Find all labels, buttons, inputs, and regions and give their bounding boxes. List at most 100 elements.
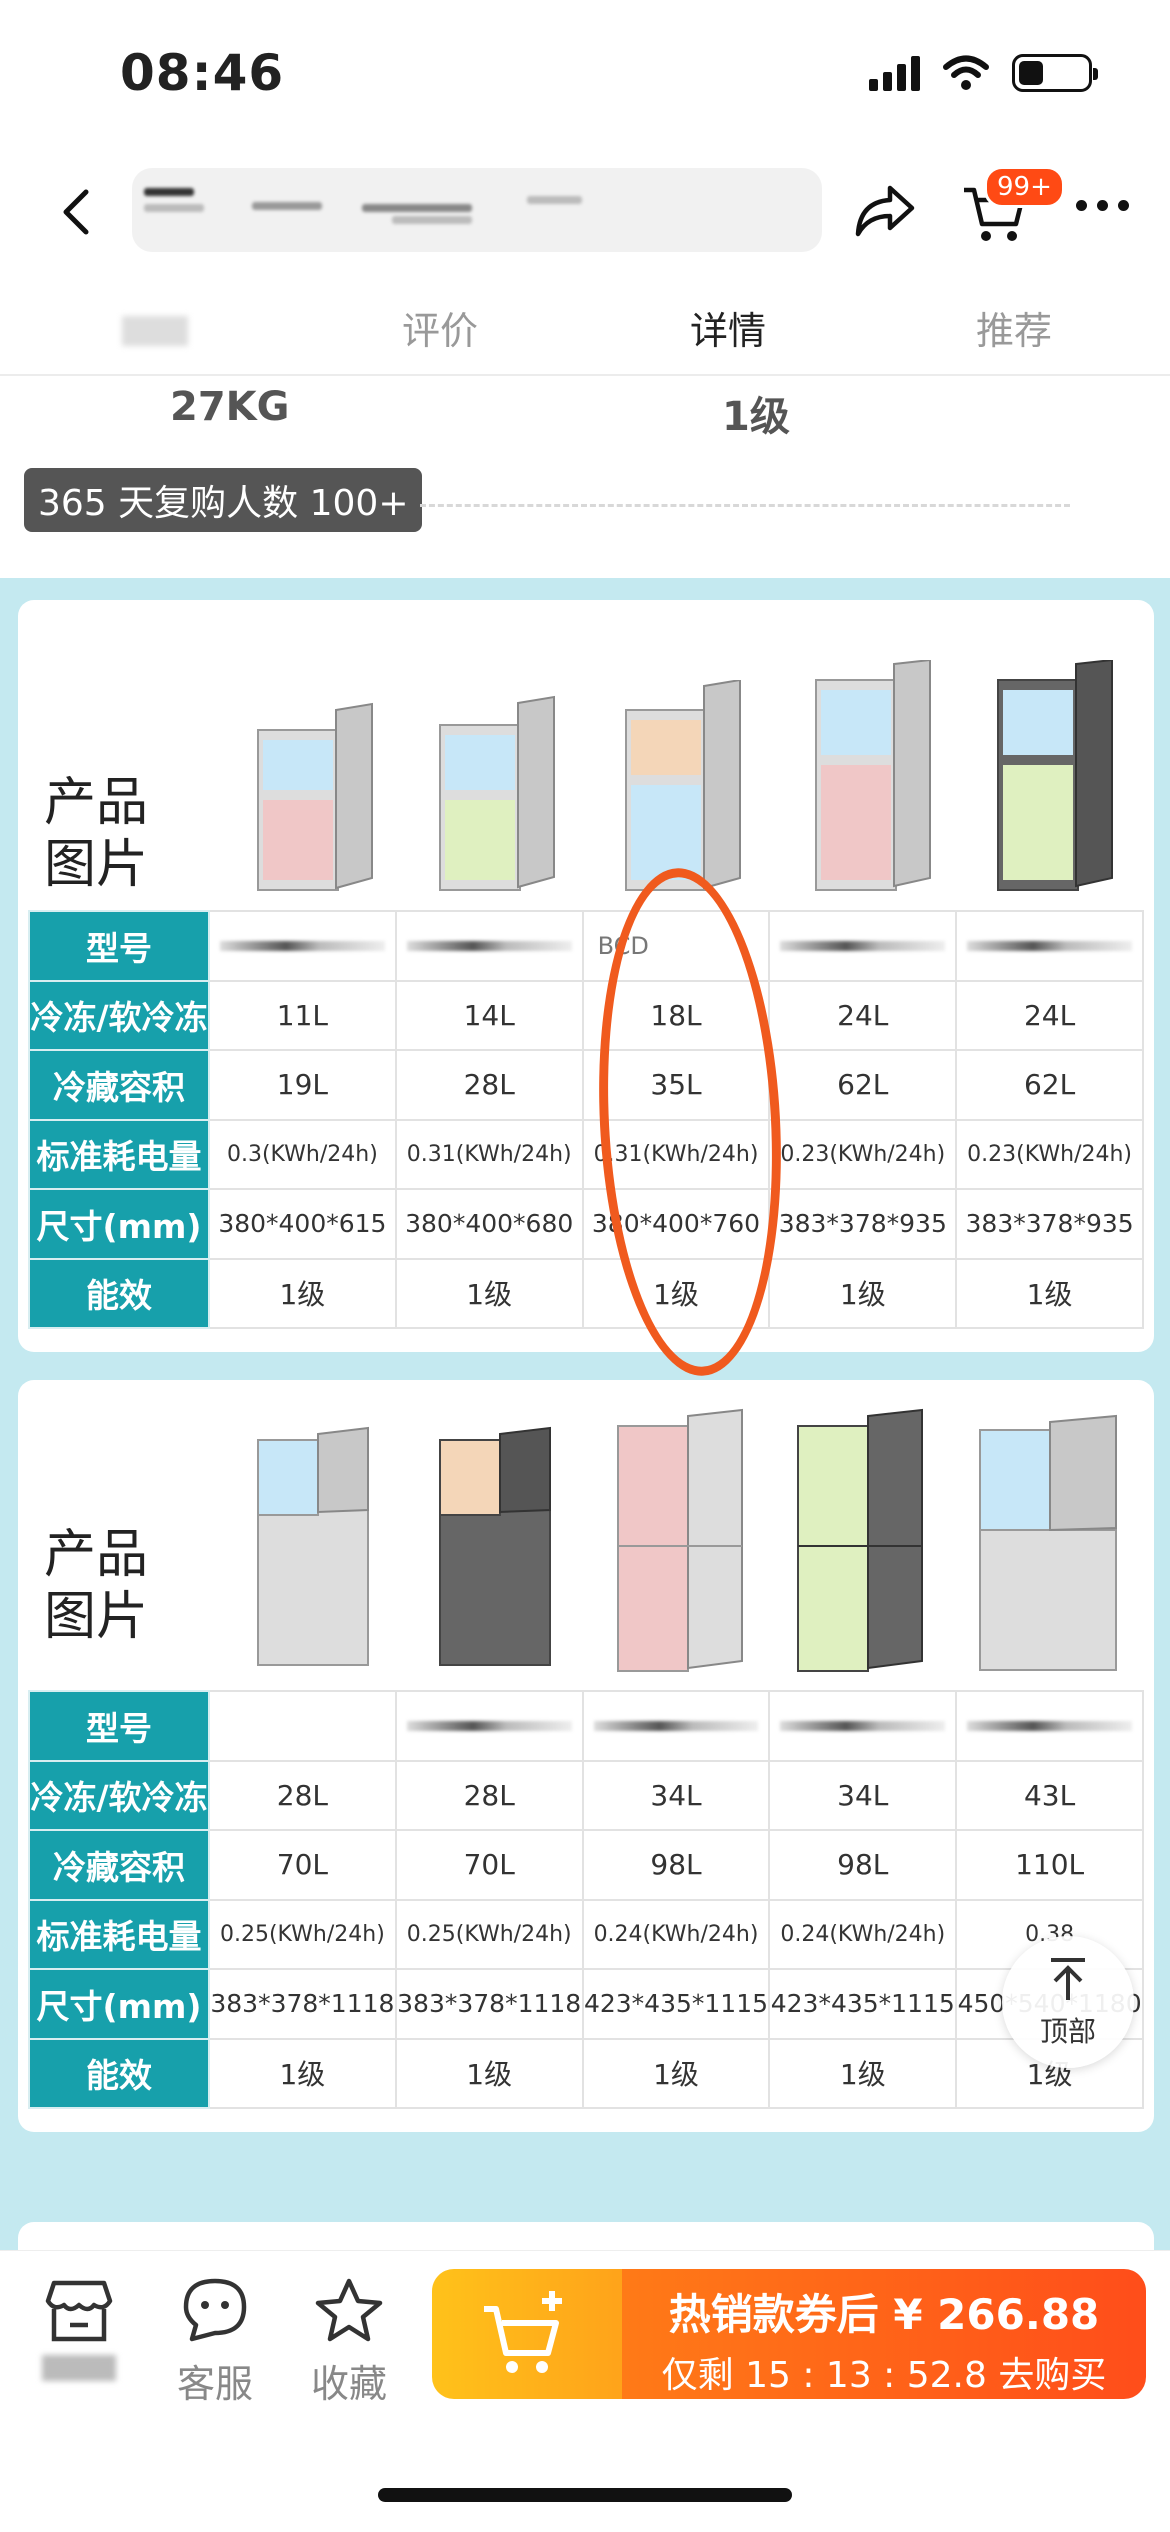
arrow-up-icon (1051, 1958, 1085, 2000)
fridge-image (439, 695, 555, 891)
buy-now-button[interactable]: 热销款券后 ¥ 266.88 仅剩 15 : 13 : 52.8 去购买 (432, 2269, 1146, 2399)
table-cell: 98L (581, 1829, 771, 1901)
table-cell: 0.24(KWh/24h) (768, 1898, 958, 1970)
table-row: 冷藏容积 19L 28L 35L 62L 62L (28, 1049, 1144, 1121)
bottom-action-bar: 客服 收藏 热销款券后 ¥ 266.88 仅剩 15 : 13 : 52.8 去… (0, 2250, 1170, 2440)
table-cell (394, 910, 584, 982)
table-row: 标准耗电量 0.3(KWh/24h) 0.31(KWh/24h) 0.31(KW… (28, 1118, 1144, 1190)
row-label-power: 标准耗电量 (28, 1118, 210, 1190)
store-icon (45, 2280, 113, 2342)
table-cell: 24L (768, 979, 958, 1051)
table-cell: 0.3(KWh/24h) (208, 1118, 397, 1190)
table-cell: 34L (768, 1759, 958, 1831)
table-cell: 0.24(KWh/24h) (581, 1898, 771, 1970)
table-cell: 1级 (208, 2037, 397, 2109)
table-cell: 423*435*1115 (581, 1968, 771, 2040)
add-to-cart-button[interactable] (432, 2269, 622, 2399)
table-cell (768, 910, 958, 982)
table-cell: 98L (768, 1829, 958, 1901)
favorite-label: 收藏 (310, 2362, 387, 2406)
product-image-title: 产品 图片 (44, 773, 149, 895)
table-cell: 0.31(KWh/24h) (394, 1118, 584, 1190)
tab-details[interactable]: 详情 (690, 300, 766, 355)
table-cell (394, 1690, 584, 1762)
more-options-icon[interactable] (1076, 200, 1129, 211)
table-cell: 380*400*615 (208, 1188, 397, 1260)
table-cell: 11L (208, 979, 397, 1051)
home-indicator (378, 2488, 792, 2502)
row-label-energy: 能效 (28, 1257, 210, 1329)
row-label-power: 标准耗电量 (28, 1898, 210, 1970)
table-row: 能效 1级 1级 1级 1级 1级 (28, 1257, 1144, 1329)
row-label-freezer: 冷冻/软冷冻 (28, 979, 210, 1051)
table-cell (768, 1690, 958, 1762)
table-cell (208, 910, 397, 982)
back-arrow-icon[interactable] (48, 182, 108, 242)
table-cell: 0.23(KWh/24h) (955, 1118, 1144, 1190)
table-row: 冷冻/软冷冻 28L 28L 34L 34L 43L (28, 1759, 1144, 1831)
favorite-button[interactable]: 收藏 (294, 2277, 404, 2408)
buy-countdown-label: 仅剩 15 : 13 : 52.8 去购买 (661, 2355, 1107, 2396)
table-cell: 70L (208, 1829, 397, 1901)
table-row: 型号 (28, 1690, 1144, 1762)
table-cell: 380*400*680 (394, 1188, 584, 1260)
table-row: 型号 BCD (28, 910, 1144, 982)
table-cell: 28L (394, 1049, 584, 1121)
row-label-freezer: 冷冻/软冷冻 (28, 1759, 210, 1831)
fridge-image (979, 1414, 1117, 1671)
table-cell: 1级 (768, 1257, 958, 1329)
table-cell: 28L (394, 1759, 584, 1831)
fridge-images-row (218, 1380, 1148, 1690)
customer-service-label: 客服 (176, 2362, 253, 2406)
store-button[interactable] (24, 2277, 134, 2401)
back-to-top-button[interactable]: 顶部 (1002, 1936, 1134, 2068)
table-cell: 1级 (394, 2037, 584, 2109)
table-row: 标准耗电量 0.25(KWh/24h) 0.25(KWh/24h) 0.24(K… (28, 1898, 1144, 1970)
tab-reviews[interactable]: 评价 (402, 300, 478, 355)
table-cell: 28L (208, 1759, 397, 1831)
share-icon[interactable] (850, 178, 920, 242)
star-icon (315, 2278, 383, 2342)
table-row: 尺寸(mm) 380*400*615 380*400*680 380*400*7… (28, 1188, 1144, 1260)
row-label-energy: 能效 (28, 2037, 210, 2109)
back-to-top-label: 顶部 (1039, 2015, 1096, 2048)
cart-count-badge: 99+ (984, 166, 1065, 208)
top-nav-bar: 99+ (0, 160, 1170, 260)
fridge-image (617, 1408, 743, 1672)
fridge-image (815, 660, 931, 891)
buy-now-panel[interactable]: 热销款券后 ¥ 266.88 仅剩 15 : 13 : 52.8 去购买 (622, 2269, 1146, 2399)
table-cell: 34L (581, 1759, 771, 1831)
spec-table-2: 型号 冷冻/软冷冻 28L 28L 34L 34L 43L 冷藏容积 70L 7… (28, 1690, 1144, 2109)
search-bar[interactable] (132, 168, 822, 252)
chat-icon (183, 2278, 247, 2342)
table-cell (581, 1690, 771, 1762)
tab-recommend[interactable]: 推荐 (976, 300, 1052, 355)
table-cell: 0.23(KWh/24h) (768, 1118, 958, 1190)
weight-value: 27KG (170, 384, 290, 430)
table-cell: 1级 (208, 1257, 397, 1329)
wifi-icon (943, 55, 989, 90)
fridge-image (797, 1408, 923, 1672)
row-label-fridge: 冷藏容积 (28, 1829, 210, 1901)
table-cell (208, 1690, 397, 1762)
fridge-image (257, 702, 373, 891)
tab-product-blurred[interactable] (122, 316, 188, 346)
spec-card-large: 产品 图片 型号 冷冻/软冷冻 28L 28L 34L 34L 43L 冷藏容积… (18, 1380, 1154, 2132)
fridge-image (997, 660, 1113, 891)
row-label-model: 型号 (28, 1690, 210, 1762)
product-image-title: 产品 图片 (44, 1525, 149, 1647)
add-to-cart-icon (484, 2291, 562, 2373)
repurchase-badge: 365 天复购人数 100+ (24, 468, 423, 532)
table-cell: 383*378*1118 (394, 1968, 584, 2040)
table-cell: 383*378*1118 (208, 1968, 397, 2040)
row-label-size: 尺寸(mm) (28, 1188, 210, 1260)
status-bar: 08:46 (0, 0, 1170, 150)
cellular-signal-icon (869, 55, 920, 91)
table-cell: 0.25(KWh/24h) (208, 1898, 397, 1970)
battery-icon (1012, 54, 1098, 92)
fridge-image (625, 680, 741, 891)
table-cell: 1级 (394, 1257, 584, 1329)
table-cell: 62L (768, 1049, 958, 1121)
customer-service-button[interactable]: 客服 (160, 2277, 270, 2408)
table-cell: 110L (955, 1829, 1144, 1901)
